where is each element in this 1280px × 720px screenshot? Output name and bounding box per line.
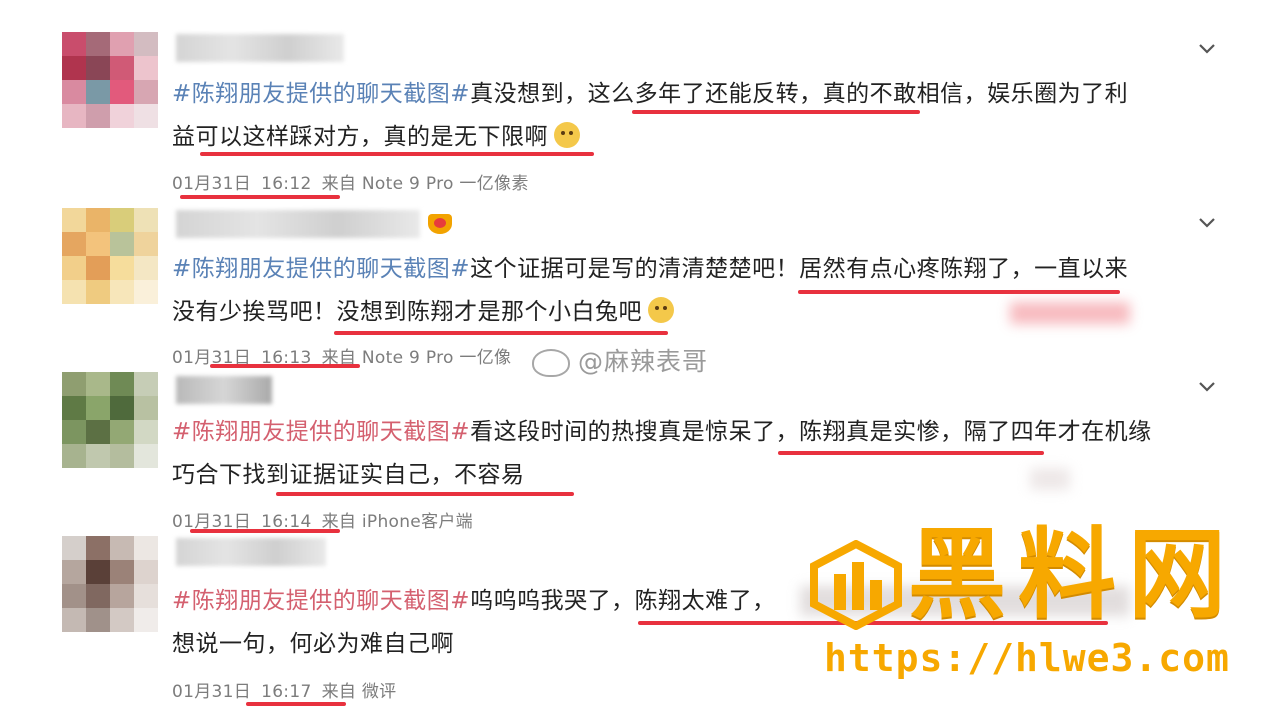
comment-date: 01月31日: [172, 174, 252, 194]
red-underline-mark: [334, 331, 668, 335]
hashtag-link[interactable]: #陈翔朋友提供的聊天截图#: [172, 419, 470, 445]
comment-source: 来自 iPhone客户端: [321, 512, 473, 532]
comment-meta: 01月31日 16:17 来自 微评: [172, 677, 396, 702]
site-watermark-title: 黑料网: [908, 518, 1239, 632]
hashtag-link[interactable]: #陈翔朋友提供的聊天截图#: [172, 588, 470, 614]
red-underline-mark: [200, 152, 594, 156]
comment-source: 来自 Note 9 Pro 一亿像素: [321, 174, 529, 194]
chevron-down-icon[interactable]: [1196, 376, 1218, 398]
red-underline-mark: [798, 290, 1120, 294]
crown-icon: [428, 214, 452, 234]
username-blurred[interactable]: [176, 538, 326, 566]
red-smear-mark: [1030, 468, 1070, 490]
red-smear-mark: [1010, 302, 1130, 324]
red-underline-mark: [180, 195, 340, 199]
username-blurred[interactable]: [176, 34, 344, 62]
weibo-watermark: @麻辣表哥: [532, 342, 708, 378]
emoji-icon: [554, 121, 580, 148]
weibo-logo-icon: [532, 349, 570, 377]
red-underline-mark: [778, 451, 1044, 455]
hashtag-link[interactable]: #陈翔朋友提供的聊天截图#: [172, 256, 470, 282]
red-underline-mark: [210, 364, 360, 368]
chevron-down-icon[interactable]: [1196, 212, 1218, 234]
username-blurred[interactable]: [176, 210, 420, 238]
comment-text: #陈翔朋友提供的聊天截图#真没想到，这么多年了还能反转，真的不敢相信，娱乐圈为了…: [172, 81, 1129, 150]
site-watermark-url: https://hlwe3.com: [824, 636, 1230, 680]
comment-date: 01月31日: [172, 682, 252, 702]
comment-meta: 01月31日 16:12 来自 Note 9 Pro 一亿像素: [172, 169, 529, 194]
chevron-down-icon[interactable]: [1196, 38, 1218, 60]
hashtag-link[interactable]: #陈翔朋友提供的聊天截图#: [172, 81, 470, 107]
red-underline-mark: [246, 702, 346, 706]
emoji-icon: [648, 296, 674, 323]
avatar[interactable]: [62, 208, 158, 304]
comment-source: 来自 微评: [321, 682, 397, 702]
avatar[interactable]: [62, 372, 158, 468]
avatar[interactable]: [62, 32, 158, 128]
red-underline-mark: [190, 529, 340, 533]
red-underline-mark: [276, 492, 574, 496]
username-blurred[interactable]: [176, 376, 272, 404]
site-logo-icon: [810, 540, 902, 630]
comment-time: 16:17: [261, 682, 312, 702]
comment-time: 16:12: [261, 174, 312, 194]
red-underline-mark: [632, 110, 920, 114]
avatar[interactable]: [62, 536, 158, 632]
